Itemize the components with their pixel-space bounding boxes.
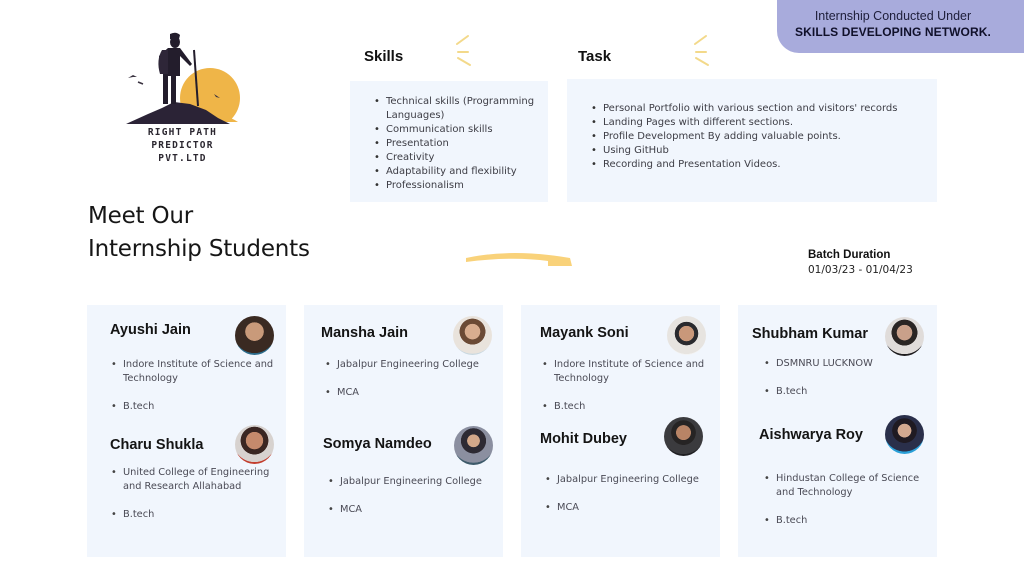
skills-panel: Technical skills (Programming Languages)…: [350, 81, 548, 202]
sparkle-icon: [694, 35, 709, 66]
company-name-line-2: PREDICTOR: [151, 140, 214, 151]
student-details: DSMNRU LUCKNOW B.tech: [763, 357, 933, 413]
student-name: Shubham Kumar: [752, 326, 869, 342]
student-avatar: [885, 415, 924, 454]
student-avatar: [235, 425, 274, 464]
student-avatar: [664, 417, 703, 456]
student-name: Mansha Jain: [321, 325, 409, 341]
student-details: United College of Engineering and Resear…: [110, 466, 280, 536]
company-name-line-3: PVT.LTD: [158, 153, 207, 164]
company-name-line-1: RIGHT PATH: [147, 127, 218, 138]
student-college: Jabalpur Engineering College: [544, 473, 714, 487]
student-name: Aishwarya Roy: [759, 427, 863, 443]
student-college: Indore Institute of Science and Technolo…: [541, 358, 716, 386]
task-item: Profile Development By adding valuable p…: [589, 130, 934, 144]
student-college: Jabalpur Engineering College: [327, 475, 497, 489]
student-degree: B.tech: [763, 514, 938, 528]
student-degree: B.tech: [110, 400, 280, 414]
student-details: Jabalpur Engineering College MCA: [324, 358, 494, 414]
student-degree: B.tech: [110, 508, 280, 522]
skills-title: Skills: [364, 48, 404, 65]
banner-line-1: Internship Conducted Under: [814, 9, 972, 23]
brush-stroke-decoration: [466, 253, 572, 266]
student-card: Shubham Kumar DSMNRU LUCKNOW B.tech Aish…: [738, 305, 937, 557]
student-degree: MCA: [327, 503, 497, 517]
student-details: Jabalpur Engineering College MCA: [544, 473, 714, 529]
student-details: Jabalpur Engineering College MCA: [327, 475, 497, 531]
student-name: Somya Namdeo: [323, 436, 432, 452]
skill-item: Technical skills (Programming Languages): [372, 95, 542, 123]
sparkle-icon: [456, 35, 471, 66]
student-college: Hindustan College of Science and Technol…: [763, 472, 938, 500]
task-item: Landing Pages with different sections.: [589, 116, 934, 130]
headline-line-1: Meet Our: [88, 203, 194, 229]
skill-item: Communication skills: [372, 123, 542, 137]
company-name: RIGHT PATH PREDICTOR PVT.LTD: [110, 126, 255, 165]
student-avatar: [885, 317, 924, 356]
student-card: Ayushi Jain Indore Institute of Science …: [87, 305, 286, 557]
student-degree: MCA: [324, 386, 494, 400]
student-details: Hindustan College of Science and Technol…: [763, 472, 938, 542]
task-item: Personal Portfolio with various section …: [589, 102, 934, 116]
student-avatar: [667, 316, 706, 355]
batch-duration: Batch Duration 01/03/23 - 01/04/23: [808, 248, 913, 278]
student-college: Jabalpur Engineering College: [324, 358, 494, 372]
student-college: DSMNRU LUCKNOW: [763, 357, 933, 371]
student-college: Indore Institute of Science and Technolo…: [110, 358, 280, 386]
batch-duration-label: Batch Duration: [808, 249, 891, 261]
student-college: United College of Engineering and Resear…: [110, 466, 280, 494]
task-title: Task: [578, 48, 612, 65]
skill-item: Creativity: [372, 151, 542, 165]
organizer-banner: Internship Conducted Under SKILLS DEVELO…: [777, 0, 1024, 53]
task-item: Using GitHub: [589, 144, 934, 158]
student-card: Mansha Jain Jabalpur Engineering College…: [304, 305, 503, 557]
skills-list: Technical skills (Programming Languages)…: [372, 95, 542, 193]
student-degree: B.tech: [763, 385, 933, 399]
student-degree: B.tech: [541, 400, 716, 414]
batch-duration-value: 01/03/23 - 01/04/23: [808, 264, 913, 276]
skill-item: Professionalism: [372, 179, 542, 193]
student-avatar: [235, 316, 274, 355]
student-name: Charu Shukla: [110, 437, 204, 453]
page-headline: Meet Our Internship Students: [88, 200, 310, 266]
student-avatar: [454, 426, 493, 465]
task-item: Recording and Presentation Videos.: [589, 158, 934, 172]
student-details: Indore Institute of Science and Technolo…: [110, 358, 280, 428]
headline-line-2: Internship Students: [88, 236, 310, 262]
student-card: Mayank Soni Indore Institute of Science …: [521, 305, 720, 557]
task-list: Personal Portfolio with various section …: [589, 102, 934, 172]
task-panel: Personal Portfolio with various section …: [567, 79, 937, 202]
skill-item: Adaptability and flexibility: [372, 165, 542, 179]
student-name: Mayank Soni: [540, 325, 629, 341]
banner-line-2: SKILLS DEVELOPING NETWORK.: [795, 25, 991, 39]
skill-item: Presentation: [372, 137, 542, 151]
student-avatar: [453, 316, 492, 355]
student-name: Ayushi Jain: [110, 322, 191, 338]
student-name: Mohit Dubey: [540, 431, 627, 447]
student-degree: MCA: [544, 501, 714, 515]
